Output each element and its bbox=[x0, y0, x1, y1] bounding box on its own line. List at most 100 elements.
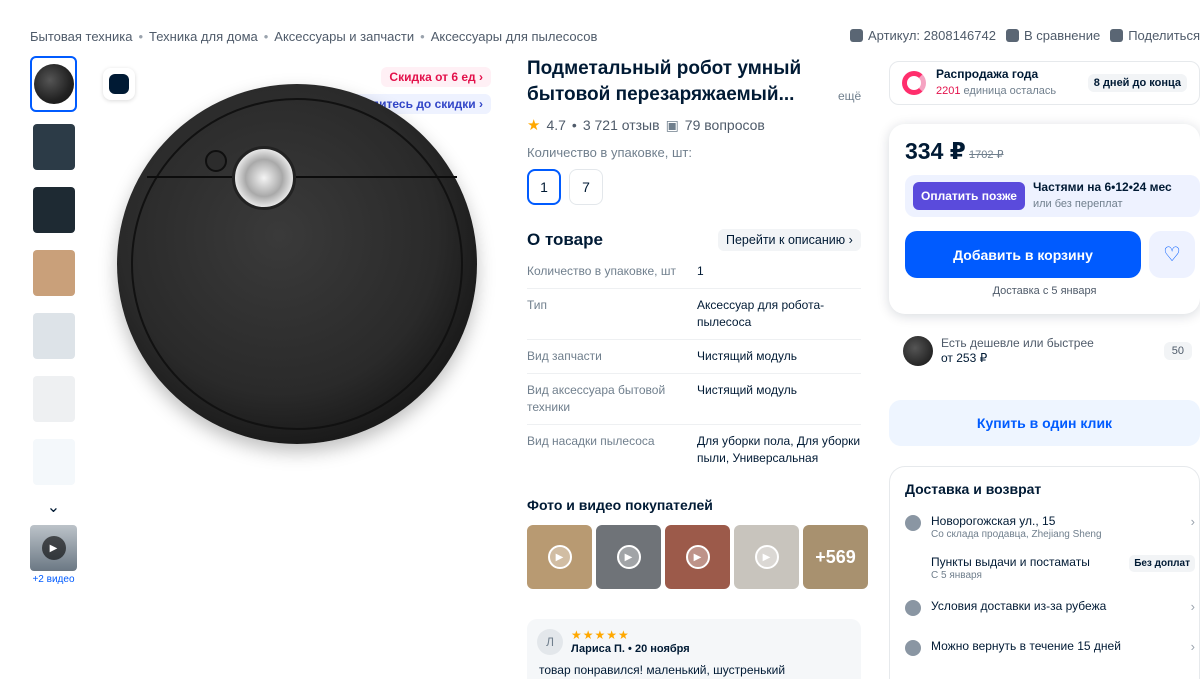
image-search-icon bbox=[109, 74, 129, 94]
sale-remaining-count: 2201 bbox=[936, 85, 961, 97]
pay-later-button[interactable]: Оплатить позже bbox=[913, 182, 1025, 210]
thumbnail-image bbox=[32, 439, 75, 485]
delivery-heading: Доставка и возврат bbox=[905, 481, 1042, 497]
thumbnail-image bbox=[32, 376, 75, 422]
thumbnail-image bbox=[32, 124, 75, 170]
installments-text[interactable]: Частями на 6•12•24 мес или без переплат bbox=[1033, 180, 1172, 212]
sale-remaining-text: единица осталась bbox=[963, 85, 1057, 97]
return-icon bbox=[905, 640, 921, 656]
pickup-row[interactable]: Пункты выдачи и постаматы С 5 января Без… bbox=[905, 555, 1195, 583]
questions-icon: ▣ bbox=[665, 116, 679, 133]
sale-logo-icon bbox=[902, 71, 926, 95]
breadcrumb-item[interactable]: Техника для дома bbox=[149, 29, 258, 44]
breadcrumb-item[interactable]: Бытовая техника bbox=[30, 29, 132, 44]
thumbnail-selected[interactable] bbox=[30, 56, 77, 112]
rating-separator: • bbox=[571, 117, 577, 133]
play-icon: ▶ bbox=[685, 545, 710, 569]
thumbnail[interactable] bbox=[30, 308, 77, 364]
review-stars: ★★★★★ bbox=[571, 628, 630, 642]
abroad-delivery-row[interactable]: Условия доставки из-за рубежа › bbox=[905, 599, 1195, 616]
heart-icon: ♡ bbox=[1163, 244, 1181, 266]
review-card[interactable]: Л ★★★★★ Лариса П. • 20 ноября товар понр… bbox=[527, 619, 861, 679]
buy-one-click-button[interactable]: Купить в один клик bbox=[889, 400, 1200, 446]
product-meta-bar: Артикул: 2808146742 В сравнение Поделить… bbox=[849, 28, 1200, 43]
goto-description-link[interactable]: Перейти к описанию › bbox=[718, 229, 861, 251]
spec-key: Тип bbox=[527, 298, 548, 312]
star-icon: ★ bbox=[527, 117, 541, 134]
article-number[interactable]: Артикул: 2808146742 bbox=[849, 28, 996, 43]
spec-value: Аксессуар для робота-пылесоса bbox=[697, 298, 825, 329]
thumbnail[interactable] bbox=[30, 182, 77, 238]
chevron-right-icon: › bbox=[1190, 639, 1195, 654]
breadcrumb-separator: • bbox=[138, 29, 144, 44]
specs-table: Количество в упаковке, шт 1 Тип Аксессуар … bbox=[527, 255, 861, 475]
share-button[interactable]: Поделиться bbox=[1110, 28, 1200, 43]
main-product-image[interactable]: Скидка от 6 ед › Дождитесь до скидки › bbox=[95, 56, 500, 476]
favorite-button[interactable]: ♡ bbox=[1149, 231, 1195, 278]
play-icon: ▶ bbox=[616, 545, 641, 569]
volume-discount-badge[interactable]: Скидка от 6 ед › bbox=[381, 67, 491, 87]
spec-value: 1 bbox=[697, 264, 704, 278]
customer-video[interactable]: ▶ bbox=[734, 525, 799, 589]
cheaper-price: от 253 ₽ bbox=[941, 351, 988, 365]
thumbnail-image bbox=[32, 313, 75, 359]
videos-count-link[interactable]: +2 видео bbox=[30, 574, 77, 585]
spec-key: Количество в упаковке, шт bbox=[527, 264, 676, 278]
rating-row: ★ 4.7 • 3 721 отзыв ▣ 79 вопросов bbox=[527, 116, 765, 135]
spec-key: Вид запчасти bbox=[527, 349, 602, 363]
pickup-sub: С 5 января bbox=[931, 570, 982, 581]
customer-photos-heading: Фото и видео покупателей bbox=[527, 497, 713, 513]
breadcrumb-item[interactable]: Аксессуары для пылесосов bbox=[431, 29, 598, 44]
sale-title: Распродажа года bbox=[936, 67, 1039, 81]
spec-row: Количество в упаковке, шт 1 bbox=[527, 255, 861, 289]
delivery-address-row[interactable]: Новорогожская ул., 15 Со склада продавца… bbox=[905, 514, 1195, 542]
cheaper-label: Есть дешевле или быстрее bbox=[941, 336, 1094, 350]
robot-seam bbox=[147, 176, 457, 178]
video-thumbnail[interactable]: ▶ bbox=[30, 525, 77, 571]
play-icon: ▶ bbox=[754, 545, 779, 569]
robot-top-button-graphic bbox=[232, 146, 296, 210]
reviews-link[interactable]: 3 721 отзыв bbox=[583, 117, 660, 133]
copy-icon bbox=[849, 29, 863, 42]
chevron-down-icon[interactable]: ⌄ bbox=[30, 497, 77, 519]
buy-box: 334 ₽ 1702 ₽ Оплатить позже Частями на 6… bbox=[889, 124, 1200, 314]
image-search-button[interactable] bbox=[103, 68, 135, 100]
review-author: Лариса П. • 20 ноября bbox=[571, 643, 690, 655]
compare-button[interactable]: В сравнение bbox=[1005, 28, 1101, 43]
thumbnail[interactable] bbox=[30, 119, 77, 175]
goto-description-label: Перейти к описанию bbox=[726, 233, 846, 247]
spec-row: Вид запчасти Чистящий модуль bbox=[527, 340, 861, 374]
chevron-right-icon: › bbox=[1190, 599, 1195, 614]
pickup-info: Пункты выдачи и постаматы С 5 января bbox=[931, 555, 1090, 583]
title-more-link[interactable]: ещё bbox=[838, 89, 861, 103]
more-photos[interactable]: +569 bbox=[803, 525, 868, 589]
sale-banner[interactable]: Распродажа года 2201 единица осталась 8 … bbox=[889, 61, 1200, 105]
robot-vacuum-image bbox=[117, 84, 477, 444]
customer-video[interactable]: ▶ bbox=[596, 525, 661, 589]
old-price: 1702 ₽ bbox=[969, 149, 1004, 161]
chevron-right-icon: › bbox=[1190, 514, 1195, 529]
qty-option[interactable]: 7 bbox=[569, 169, 603, 205]
spec-value: Чистящий модуль bbox=[697, 383, 797, 397]
review-date: 20 ноября bbox=[634, 643, 690, 655]
offers-count-badge: 50 bbox=[1163, 342, 1192, 360]
customer-video[interactable]: ▶ bbox=[527, 525, 592, 589]
robot-edge bbox=[131, 98, 463, 430]
cheaper-offers[interactable]: Есть дешевле или быстрее от 253 ₽ 50 bbox=[903, 331, 1200, 371]
thumbnail-image bbox=[32, 187, 75, 233]
thumbnail[interactable] bbox=[30, 371, 77, 427]
share-icon bbox=[1110, 29, 1124, 42]
customer-video[interactable]: ▶ bbox=[665, 525, 730, 589]
spec-row: Вид насадки пылесоса Для уборки пола, Для… bbox=[527, 425, 861, 475]
breadcrumb-item[interactable]: Аксессуары и запчасти bbox=[274, 29, 414, 44]
delivery-address-text: Новорогожская ул., 15 bbox=[931, 514, 1056, 528]
questions-link[interactable]: 79 вопросов bbox=[685, 117, 765, 133]
add-to-cart-button[interactable]: Добавить в корзину bbox=[905, 231, 1141, 278]
offer-thumbnail bbox=[903, 336, 933, 366]
compare-label: В сравнение bbox=[1023, 28, 1101, 43]
qty-option-selected[interactable]: 1 bbox=[527, 169, 561, 205]
thumbnail[interactable] bbox=[30, 245, 77, 301]
return-row[interactable]: Можно вернуть в течение 15 дней › bbox=[905, 639, 1195, 656]
thumbnail[interactable] bbox=[30, 434, 77, 490]
play-icon: ▶ bbox=[547, 545, 572, 569]
